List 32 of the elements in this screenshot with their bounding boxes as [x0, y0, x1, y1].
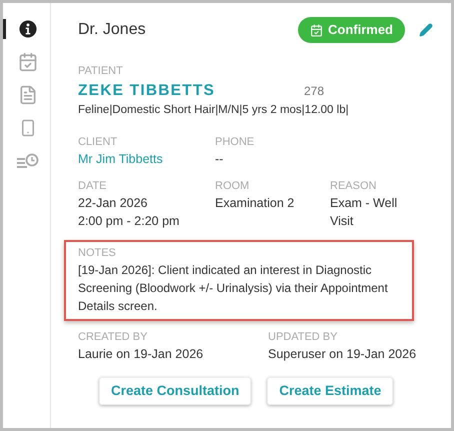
field-label: REASON	[330, 179, 378, 194]
field-label: PHONE	[215, 135, 254, 150]
status-badge: Confirmed	[298, 17, 405, 43]
field-label: CREATED BY	[78, 330, 148, 346]
field-value: 22-Jan 2026	[78, 195, 149, 212]
field-label: DATE	[78, 179, 108, 194]
edit-icon[interactable]	[419, 23, 433, 37]
field-value: 2:00 pm - 2:20 pm	[78, 213, 180, 230]
calendar-check-icon	[310, 24, 323, 36]
document-icon	[18, 85, 38, 105]
field-value: Exam - Well Visit	[330, 195, 398, 230]
field-label: CLIENT	[78, 135, 118, 150]
field-value: Laurie on 19-Jan 2026	[78, 346, 204, 364]
field-value: Examination 2	[215, 195, 296, 212]
field-label: ROOM	[215, 179, 250, 194]
field-label: UPDATED BY	[268, 330, 338, 346]
patient-name[interactable]: ZEKE TIBBETTS	[78, 79, 304, 102]
info-icon	[19, 20, 37, 38]
client-link[interactable]: Mr Jim Tibbetts	[78, 150, 163, 168]
field-value: --	[215, 151, 224, 168]
field-label: PATIENT	[78, 64, 124, 79]
phone-icon	[19, 119, 37, 137]
field-label: NOTES	[78, 246, 117, 262]
notes-text: [19-Jan 2026]: Client indicated an interest in Diagnostic Screening (Bloodwork +/- Urinalysis) via their Appointment Details screen.	[78, 262, 389, 316]
list-clock-icon	[17, 153, 39, 169]
patient-details: Feline|Domestic Short Hair|M/N|5 yrs 2 mos|12.00 lb|	[78, 103, 350, 118]
calendar-check-icon	[18, 52, 38, 72]
patient-number: 278	[304, 83, 324, 100]
doctor-name: Dr. Jones	[78, 20, 147, 40]
field-value: Superuser on 19-Jan 2026	[268, 346, 416, 364]
action-button[interactable]: Create Consultation	[99, 377, 252, 406]
action-button[interactable]: Create Estimate	[267, 377, 394, 406]
